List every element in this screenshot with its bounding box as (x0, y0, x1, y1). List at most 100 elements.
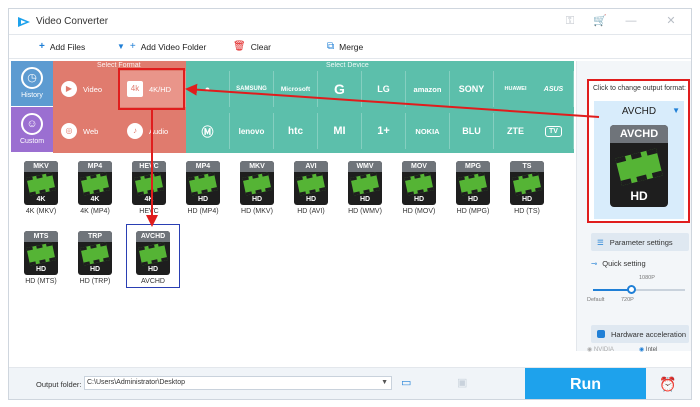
tile-bottom-label: HD (413, 196, 425, 203)
tile-hd-mts[interactable]: MTS HD HD (MTS) (17, 227, 65, 285)
device-lg[interactable]: LG (362, 71, 406, 107)
nvidia-label: NVIDIA (593, 347, 614, 353)
history-button[interactable]: ◷ History (11, 61, 53, 106)
dropdown-arrow-icon[interactable]: ▼ (381, 377, 388, 389)
tile-label: HD (WMV) (348, 208, 382, 215)
device-htc[interactable]: htc (274, 113, 318, 149)
format-4khd-highlight (118, 68, 185, 110)
tile-top-label: MP4 (78, 161, 112, 172)
open-folder-icon[interactable]: ▣ (457, 376, 467, 389)
output-folder-label: Output folder: (36, 380, 82, 389)
tile-label: HD (MKV) (241, 208, 273, 215)
tile-hd-mkv[interactable]: MKV HD HD (MKV) (233, 157, 281, 215)
format-web-button[interactable]: ◎ Web (53, 113, 117, 149)
device-zte[interactable]: ZTE (494, 113, 538, 149)
add-files-label: Add Files (49, 42, 86, 52)
person-icon: ☺ (21, 113, 43, 135)
chip-icon (597, 330, 605, 338)
cart-icon[interactable]: 🛒 (593, 14, 607, 28)
run-button[interactable]: Run (525, 368, 646, 399)
tile-bottom-label: HD (197, 196, 209, 203)
output-format-selector[interactable]: AVCHD ▼ AVCHD HD (594, 101, 684, 219)
tile-label: HD (TS) (514, 208, 540, 215)
device-oneplus[interactable]: 1+ (362, 113, 406, 149)
tile-hevc[interactable]: HEVC 4K HEVC (125, 157, 173, 215)
add-files-button[interactable]: + Add Files (39, 40, 85, 54)
tile-4k-mkv[interactable]: MKV 4K 4K (MKV) (17, 157, 65, 215)
device-sony[interactable]: SONY (450, 71, 494, 107)
clear-label: Clear (250, 42, 272, 52)
tile-hd-avi[interactable]: AVI HD HD (AVI) (287, 157, 335, 215)
quality-slider-handle[interactable] (627, 285, 636, 294)
device-tv[interactable]: TV (534, 113, 574, 149)
motorola-icon: Ⓜ (201, 124, 214, 139)
category-column: ◷ History ☺ Custom (11, 61, 53, 153)
custom-button[interactable]: ☺ Custom (11, 107, 53, 152)
sliders-icon: ☰ (597, 237, 604, 247)
device-lenovo-label: lenovo (238, 126, 265, 136)
trash-icon: 🗑 (233, 41, 246, 52)
format-audio-button[interactable]: ♪ Audio (119, 113, 186, 149)
hardware-acceleration-button[interactable]: Hardware acceleration (591, 325, 689, 343)
tile-top-label: AVI (294, 161, 328, 172)
device-google[interactable]: G (318, 71, 362, 107)
device-amazon[interactable]: amazon (406, 71, 450, 107)
device-nokia[interactable]: NOKIA (406, 113, 450, 149)
folder-icon[interactable]: ▭ (401, 376, 411, 389)
tile-top-label: MOV (402, 161, 436, 172)
device-asus-label: ASUS (543, 85, 564, 93)
add-video-folder-button[interactable]: ▼ + Add Video Folder (117, 40, 206, 54)
tile-hd-ts[interactable]: TS HD HD (TS) (503, 157, 551, 215)
output-format-hint: Click to change output format: (593, 85, 686, 92)
device-apple[interactable]: ● (186, 71, 230, 107)
device-xiaomi[interactable]: MI (318, 113, 362, 149)
output-folder-input[interactable]: C:\Users\Administrator\Desktop ▼ (84, 376, 392, 390)
key-icon[interactable]: ⚿ (563, 14, 577, 28)
output-path-value: C:\Users\Administrator\Desktop (87, 379, 186, 386)
right-panel: Click to change output format: AVCHD ▼ A… (576, 61, 691, 351)
quality-slider[interactable] (593, 285, 685, 294)
device-lenovo[interactable]: lenovo (230, 113, 274, 149)
format-video-button[interactable]: ▶ Video (53, 71, 117, 107)
device-huawei-label: HUAWEI (504, 86, 527, 92)
device-motorola[interactable]: Ⓜ (186, 113, 230, 149)
merge-button[interactable]: ⧉ Merge (327, 40, 363, 54)
minimize-icon[interactable]: — (624, 14, 638, 28)
tile-hd-trp[interactable]: TRP HD HD (TRP) (71, 227, 119, 285)
device-microsoft[interactable]: Microsoft (274, 71, 318, 107)
clear-button[interactable]: 🗑 Clear (233, 40, 271, 54)
q-1080p-label: 1080P (639, 275, 655, 281)
device-samsung[interactable]: SAMSUNG (230, 71, 274, 107)
alarm-clock-icon[interactable]: ⏰ (659, 376, 676, 393)
parameter-settings-label: Parameter settings (609, 237, 673, 247)
device-asus[interactable]: ASUS (534, 71, 574, 107)
tile-avchd[interactable]: AVCHD HD AVCHD (126, 224, 180, 288)
history-label: History (21, 92, 43, 99)
tile-top-label: MKV (24, 161, 58, 172)
tile-4k-mp4[interactable]: MP4 4K 4K (MP4) (71, 157, 119, 215)
device-amazon-label: amazon (413, 84, 442, 94)
tile-bottom-label: HD (305, 196, 317, 203)
slider-icon: ⊸ (591, 259, 598, 268)
dropdown-arrow-icon: ▼ (672, 106, 680, 115)
close-icon[interactable]: ✕ (664, 14, 678, 28)
format-audio-label: Audio (149, 126, 169, 136)
tile-bottom-label: HD (89, 266, 101, 273)
tile-top-label: HEVC (132, 161, 166, 172)
tile-label: 4K (MKV) (25, 208, 57, 215)
tile-hd-mov[interactable]: MOV HD HD (MOV) (395, 157, 443, 215)
intel-option[interactable]: ◉ Intel (639, 343, 683, 357)
tile-hd-mpg[interactable]: MPG HD HD (MPG) (449, 157, 497, 215)
output-format-box: Click to change output format: AVCHD ▼ A… (587, 79, 690, 223)
device-xiaomi-label: MI (333, 125, 346, 137)
nvidia-option[interactable]: ◉ NVIDIA (587, 343, 631, 357)
device-huawei[interactable]: HUAWEI (494, 71, 538, 107)
parameter-settings-button[interactable]: ☰ Parameter settings (591, 233, 689, 251)
device-blu[interactable]: BLU (450, 113, 494, 149)
tile-bottom-label: HD (147, 266, 159, 273)
select-device-label: Select Device (326, 62, 369, 69)
tile-hd-mp4[interactable]: MP4 HD HD (MP4) (179, 157, 227, 215)
plus-icon: + (39, 41, 45, 52)
tile-hd-wmv[interactable]: WMV HD HD (WMV) (341, 157, 389, 215)
tile-top-label: WMV (348, 161, 382, 172)
